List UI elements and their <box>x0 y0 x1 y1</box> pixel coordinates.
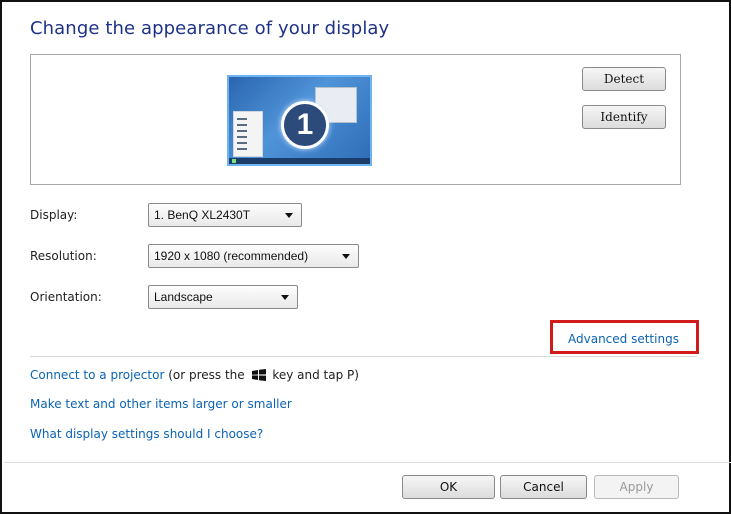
resolution-select[interactable]: 1920 x 1080 (recommended) <box>148 244 359 268</box>
display-settings-help-link[interactable]: What display settings should I choose? <box>30 427 263 441</box>
cancel-button[interactable]: Cancel <box>500 475 587 499</box>
monitor-icon[interactable]: 1 <box>227 75 372 166</box>
detect-button[interactable]: Detect <box>582 67 666 91</box>
orientation-select-value: Landscape <box>154 290 213 304</box>
monitor-number-badge: 1 <box>281 101 329 149</box>
apply-button[interactable]: Apply <box>594 475 679 499</box>
connect-projector-link[interactable]: Connect to a projector <box>30 368 164 382</box>
display-preview-panel: 1 Detect Identify <box>30 54 681 185</box>
display-settings-window: Change the appearance of your display 1 … <box>0 0 731 514</box>
orientation-label: Orientation: <box>30 290 102 304</box>
chevron-down-icon <box>285 213 293 218</box>
resolution-select-value: 1920 x 1080 (recommended) <box>154 249 309 263</box>
window-thumbnail-left <box>233 111 263 157</box>
advanced-settings-link[interactable]: Advanced settings <box>568 332 679 346</box>
chevron-down-icon <box>342 254 350 259</box>
identify-button[interactable]: Identify <box>582 105 666 129</box>
windows-key-icon <box>251 369 266 381</box>
chevron-down-icon <box>281 295 289 300</box>
monitor-taskbar <box>229 158 370 164</box>
divider <box>30 356 697 357</box>
page-title: Change the appearance of your display <box>30 18 390 39</box>
footer-divider <box>4 462 731 463</box>
connect-projector-hint-end: key and tap P) <box>272 368 359 382</box>
display-label: Display: <box>30 208 78 222</box>
orientation-select[interactable]: Landscape <box>148 285 298 309</box>
connect-projector-hint-start: (or press the <box>168 368 245 382</box>
display-select-value: 1. BenQ XL2430T <box>154 208 251 222</box>
ok-button[interactable]: OK <box>402 475 495 499</box>
resolution-label: Resolution: <box>30 249 97 263</box>
text-size-link[interactable]: Make text and other items larger or smal… <box>30 397 292 411</box>
connect-projector-line: Connect to a projector (or press the key… <box>30 368 359 382</box>
display-select[interactable]: 1. BenQ XL2430T <box>148 203 302 227</box>
